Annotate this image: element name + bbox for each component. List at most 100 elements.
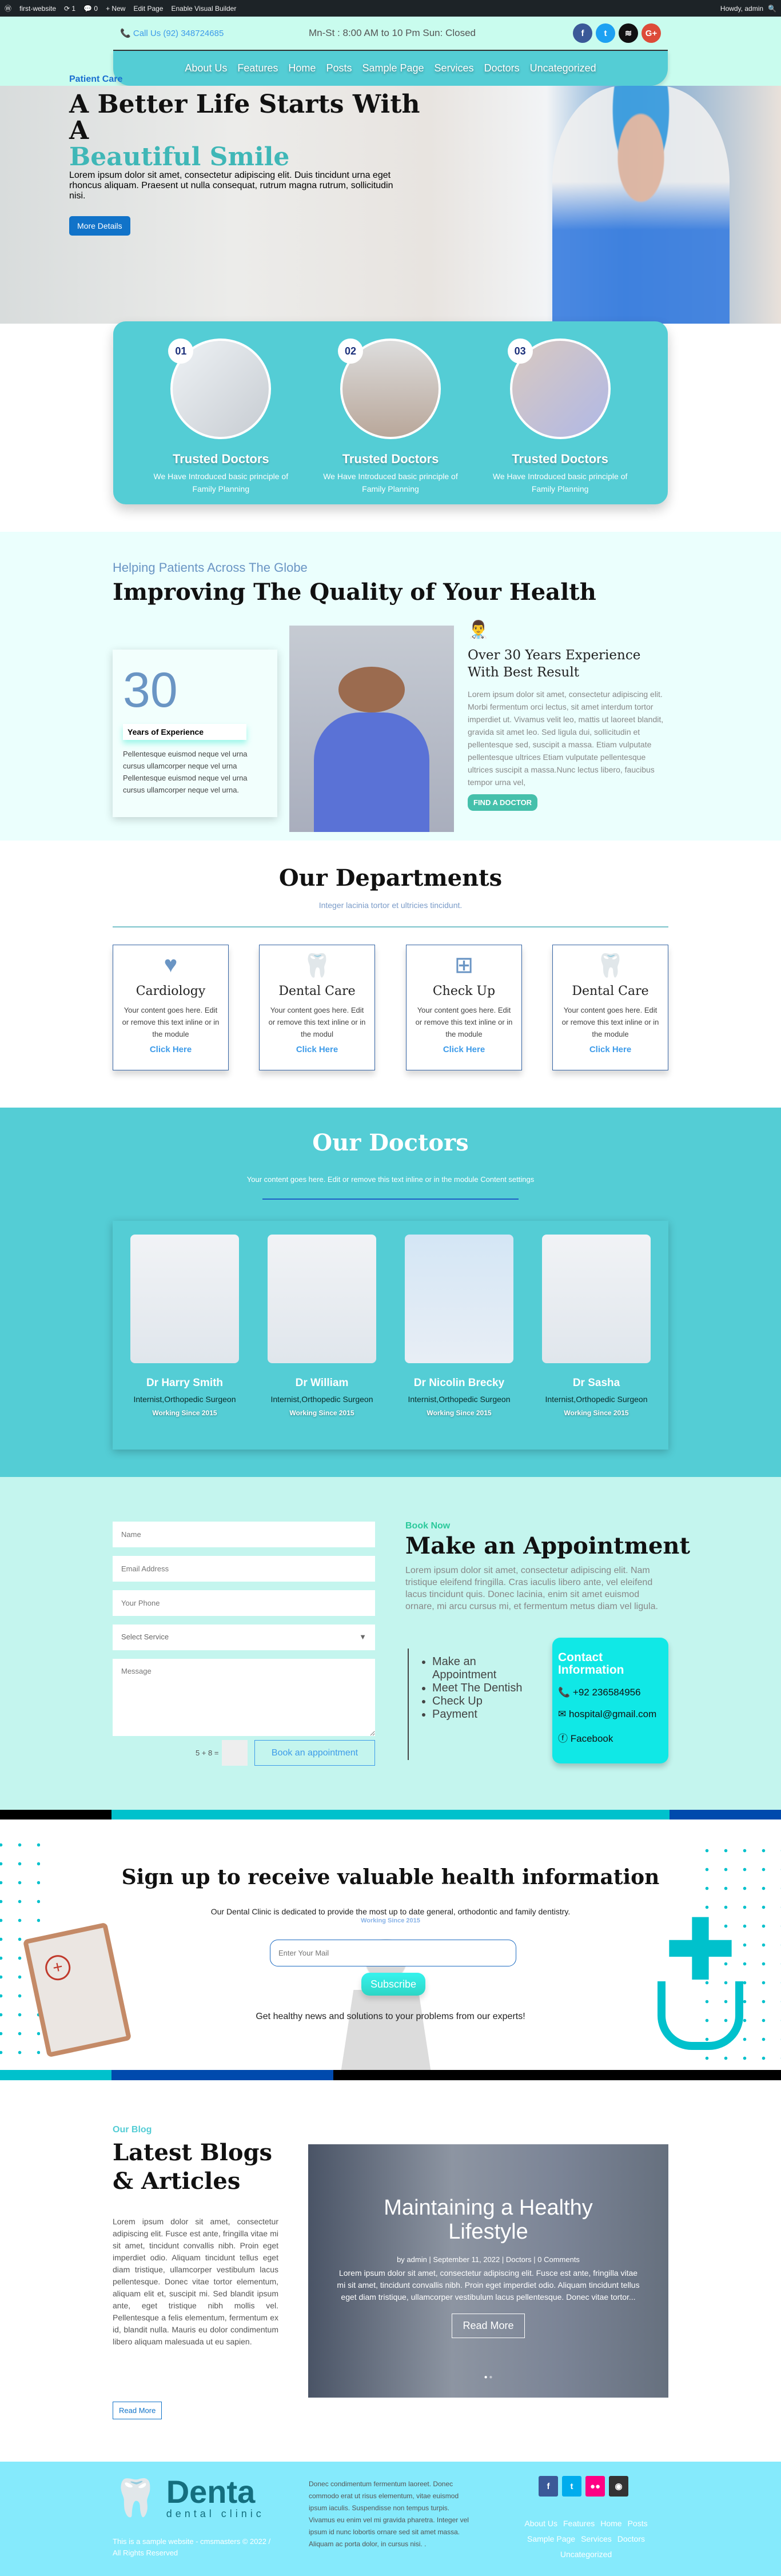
doctors-subtitle: Your content goes here. Edit or remove t… <box>246 1175 535 1184</box>
service-select[interactable]: Select Service ▼ <box>113 1625 375 1650</box>
hero-title-line2: Beautiful Smile <box>69 142 290 172</box>
call-link[interactable]: 📞 Call Us (92) 348724685 <box>120 28 309 38</box>
wordpress-icon[interactable]: Ⓦ <box>5 3 11 13</box>
experience-card: 30 Years of Experience Pellentesque euis… <box>113 650 277 817</box>
facebook-icon[interactable]: f <box>539 2476 558 2497</box>
doctor-role: Internist,Orthopedic Surgeon <box>133 1395 236 1404</box>
contact-phone-text: +92 236584956 <box>572 1687 641 1698</box>
doctor-photo <box>542 1235 651 1363</box>
google-plus-icon[interactable]: G+ <box>641 23 661 43</box>
department-link[interactable]: Click Here <box>553 1045 668 1054</box>
doctor-since: Working Since 2015 <box>289 1409 354 1417</box>
comments-count: 0 <box>94 4 98 13</box>
nav-features[interactable]: Features <box>237 62 278 74</box>
admin-site-link[interactable]: first-website <box>19 5 56 13</box>
doctors-title: Our Doctors <box>312 1129 469 1156</box>
nav-services[interactable]: Services <box>435 62 474 74</box>
footer-nav-services[interactable]: Services <box>581 2534 612 2543</box>
feature-text: We Have Introduced basic principle of Fa… <box>492 472 628 493</box>
footer-nav-features[interactable]: Features <box>563 2519 595 2528</box>
appointment-kicker: Book Now <box>405 1521 451 1531</box>
name-field[interactable] <box>113 1522 375 1547</box>
buffer-icon[interactable]: ≋ <box>619 23 638 43</box>
admin-new[interactable]: + New <box>106 5 125 13</box>
slider-dots[interactable]: ● ● <box>308 2374 668 2380</box>
blog-kicker: Our Blog <box>113 2125 152 2135</box>
footer-nav-posts[interactable]: Posts <box>628 2519 648 2528</box>
admin-bar: Ⓦ first-website ⟳ 1 💬 0 + New Edit Page … <box>0 0 781 17</box>
department-title: Dental Care <box>572 984 649 998</box>
feature-number: 01 <box>168 339 194 364</box>
doctor-photo <box>289 626 454 832</box>
nav-posts[interactable]: Posts <box>326 62 352 74</box>
department-link[interactable]: Click Here <box>113 1045 228 1054</box>
email-subscribe-input[interactable] <box>270 1940 516 1966</box>
footer-nav-doctors[interactable]: Doctors <box>617 2534 645 2543</box>
list-item: Make an Appointment <box>432 1655 525 1682</box>
github-icon[interactable]: ◉ <box>609 2476 628 2497</box>
department-title: Cardiology <box>136 984 206 998</box>
contact-phone[interactable]: 📞 +92 236584956 <box>558 1687 663 1698</box>
contact-title: Contact Information <box>558 1651 624 1677</box>
footer-social: f t ●● ◉ <box>539 2476 628 2497</box>
phone-field[interactable] <box>113 1590 375 1616</box>
feature-card: 01 Trusted Doctors We Have Introduced basi… <box>152 339 289 493</box>
slide-title[interactable]: Maintaining a Healthy Lifestyle <box>354 2196 623 2244</box>
footer-nav-uncategorized[interactable]: Uncategorized <box>560 2550 612 2559</box>
feature-title: Trusted Doctors <box>172 452 269 466</box>
departments-subtitle: Integer lacinia tortor et ultricies tinc… <box>318 901 463 910</box>
doctor-name: Dr Nicolin Brecky <box>413 1377 505 1389</box>
nav-uncategorized[interactable]: Uncategorized <box>530 62 596 74</box>
contact-email-text: hospital@gmail.com <box>568 1709 657 1719</box>
contact-card: Contact Information 📞 +92 236584956 ✉ ho… <box>552 1638 668 1763</box>
quality-title: Improving The Quality of Your Health <box>113 579 596 606</box>
admin-updates[interactable]: ⟳ 1 <box>64 5 75 13</box>
search-icon[interactable]: 🔍 <box>768 5 776 13</box>
contact-email[interactable]: ✉ hospital@gmail.com <box>558 1709 663 1720</box>
more-details-button[interactable]: More Details <box>69 216 130 236</box>
subscribe-button[interactable]: Subscribe <box>361 1973 425 1996</box>
admin-visual-builder[interactable]: Enable Visual Builder <box>171 5 236 13</box>
message-field[interactable] <box>113 1659 375 1736</box>
footer-text: Donec condimentum fermentum laoreet. Don… <box>309 2480 469 2548</box>
list-item: Payment <box>432 1708 525 1721</box>
department-link[interactable]: Click Here <box>407 1045 521 1054</box>
footer-logo[interactable]: 🦷 Denta dental clinic <box>113 2476 265 2520</box>
captcha: 5 + 8 = <box>196 1740 248 1766</box>
howdy-user[interactable]: Howdy, admin <box>720 5 763 13</box>
captcha-input[interactable] <box>222 1740 248 1766</box>
email-field[interactable] <box>113 1556 375 1582</box>
footer-nav-sample-page[interactable]: Sample Page <box>527 2534 575 2543</box>
doctor-role: Internist,Orthopedic Surgeon <box>270 1395 373 1404</box>
feature-number: 03 <box>507 339 533 364</box>
facebook-icon[interactable]: f <box>573 23 592 43</box>
contact-facebook[interactable]: ⓕ Facebook <box>558 1730 663 1745</box>
tooth-logo-icon: 🦷 <box>113 2477 158 2518</box>
find-doctor-button[interactable]: FIND A DOCTOR <box>468 794 538 811</box>
service-select-value: Select Service <box>121 1633 169 1641</box>
nav-sample-page[interactable]: Sample Page <box>362 62 424 74</box>
admin-edit-page[interactable]: Edit Page <box>133 5 163 13</box>
logo-subtext: dental clinic <box>166 2508 265 2519</box>
twitter-icon[interactable]: t <box>596 23 615 43</box>
doctor-icon: 👨‍⚕️ <box>468 620 489 639</box>
feature-card: 02 Trusted Doctors We Have Introduced basi… <box>322 339 459 493</box>
footer-nav-about-us[interactable]: About Us <box>524 2519 557 2528</box>
hero-nurse-image <box>552 86 730 324</box>
feature-card: 03 Trusted Doctors We Have Introduced basi… <box>492 339 629 493</box>
doctor-since: Working Since 2015 <box>427 1409 492 1417</box>
footer-copyright: This is a sample website - cmsmasters © … <box>113 2537 271 2557</box>
twitter-icon[interactable]: t <box>562 2476 581 2497</box>
slide-read-more-button[interactable]: Read More <box>452 2314 525 2338</box>
nav-doctors[interactable]: Doctors <box>484 62 520 74</box>
book-appointment-button[interactable]: Book an appointment <box>254 1740 375 1766</box>
admin-comments[interactable]: 💬 0 <box>83 5 98 13</box>
department-link[interactable]: Click Here <box>260 1045 374 1054</box>
nav-home[interactable]: Home <box>288 62 316 74</box>
blog-read-more-button[interactable]: Read More <box>113 2402 162 2419</box>
flickr-icon[interactable]: ●● <box>585 2476 605 2497</box>
department-card: ⊞ Check Up Your content goes here. Edit or… <box>406 945 522 1070</box>
departments-title: Our Departments <box>278 865 503 891</box>
nav-about-us[interactable]: About Us <box>185 62 227 74</box>
footer-nav-home[interactable]: Home <box>600 2519 621 2528</box>
